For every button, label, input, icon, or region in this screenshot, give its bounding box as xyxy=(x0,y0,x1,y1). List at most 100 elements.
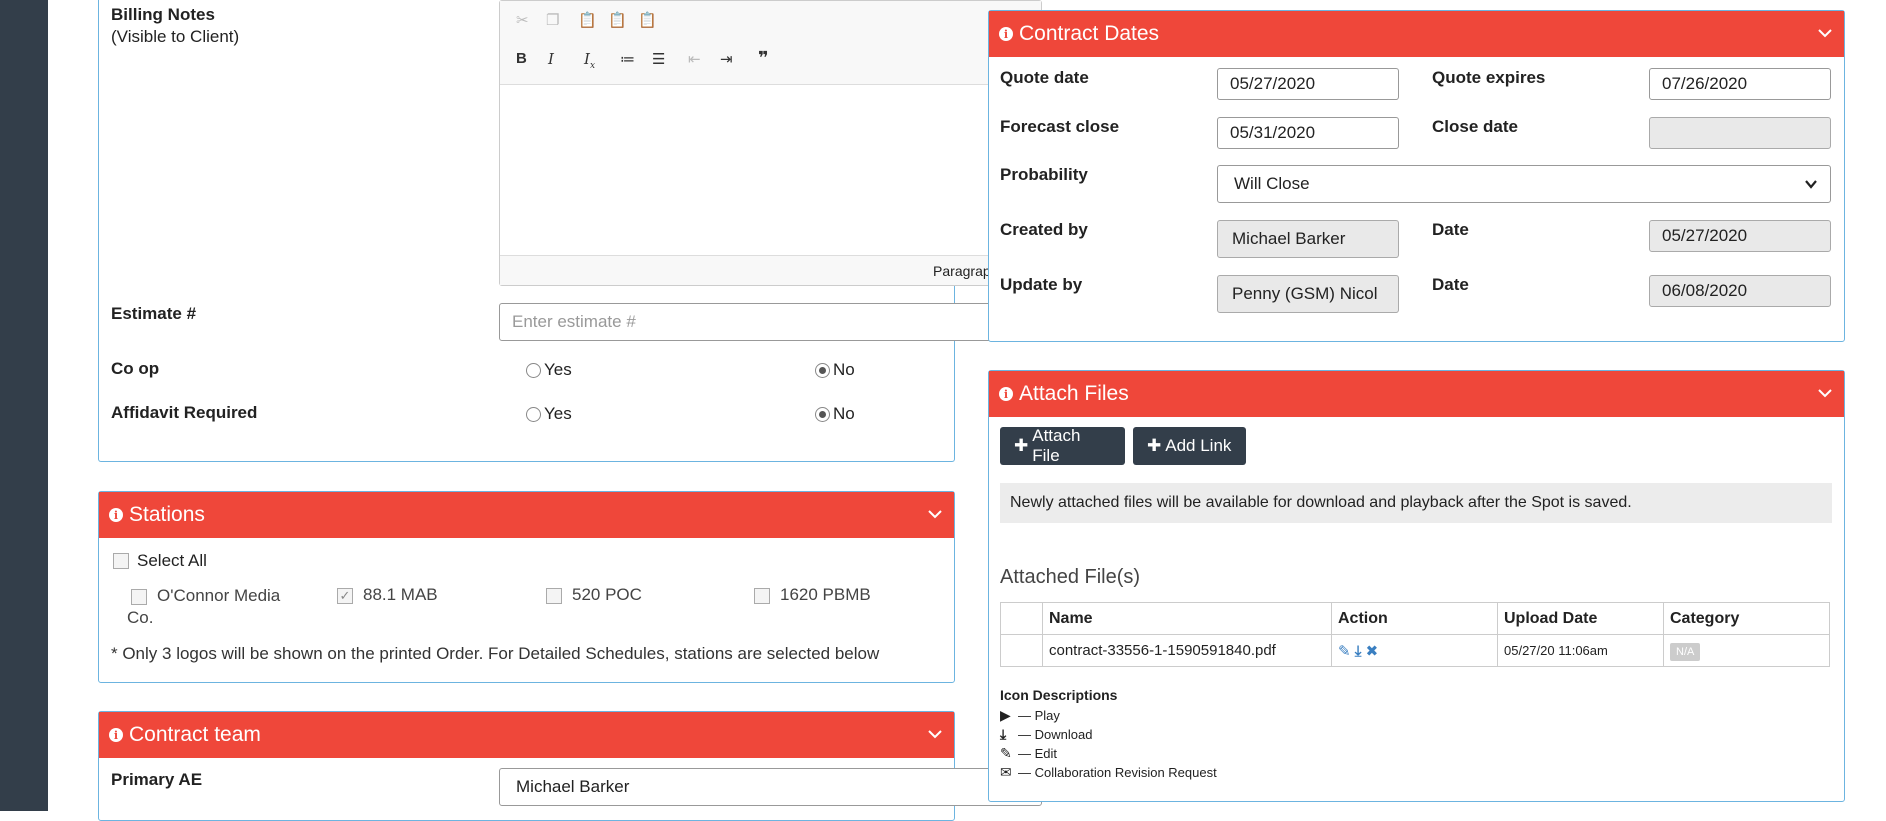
cut-icon[interactable]: ✂ xyxy=(516,11,529,29)
copy-icon[interactable]: ❐ xyxy=(546,11,559,29)
italic-icon[interactable]: I xyxy=(548,50,554,68)
play-icon: ▶ xyxy=(1000,707,1011,723)
legend-download: ⤓ — Download xyxy=(1000,726,1093,742)
table-col-blank xyxy=(1000,602,1043,635)
contract-team-header[interactable]: i Contract team xyxy=(99,712,954,758)
icon-descriptions-title: Icon Descriptions xyxy=(1000,687,1118,703)
attach-files-title: Attach Files xyxy=(1019,382,1129,405)
coop-label: Co op xyxy=(111,359,160,378)
table-col-category: Category xyxy=(1663,602,1830,635)
legend-play: ▶ — Play xyxy=(1000,707,1060,723)
chevron-down-icon[interactable] xyxy=(1816,24,1834,42)
file-upload-date: 05/27/20 11:06am xyxy=(1497,634,1664,667)
plus-icon: ✚ xyxy=(1147,436,1162,455)
outdent-icon[interactable]: ⇤ xyxy=(688,50,701,68)
primary-ae-label: Primary AE xyxy=(111,770,203,789)
plus-icon: ✚ xyxy=(1014,436,1029,455)
quote-date-input[interactable]: 05/27/2020 xyxy=(1217,68,1399,100)
info-icon: i xyxy=(109,508,123,522)
paste-text-icon[interactable]: 📋 xyxy=(608,11,627,29)
close-date-label: Close date xyxy=(1432,117,1518,136)
station-item-881-mab[interactable]: ✓ 88.1 MAB xyxy=(337,585,438,605)
category-badge: N/A xyxy=(1670,643,1701,661)
legend-edit: ✎ — Edit xyxy=(1000,745,1058,761)
envelope-icon: ✉ xyxy=(1000,764,1012,780)
numbered-list-icon[interactable]: ≔ xyxy=(620,50,635,68)
billing-notes-editor[interactable]: ✂ ❐ 📋 📋 📋 B I Ix ≔ ☰ ⇤ ⇥ ❞ Paragraphs: 0 xyxy=(499,0,1042,286)
file-actions: ✎ ⤓ ✖ xyxy=(1331,634,1498,667)
created-by-label: Created by xyxy=(1000,220,1088,239)
stations-header[interactable]: i Stations xyxy=(99,492,954,538)
info-icon: i xyxy=(109,728,123,742)
edit-icon[interactable]: ✎ xyxy=(1338,643,1351,660)
contract-dates-title: Contract Dates xyxy=(1019,22,1160,45)
info-icon: i xyxy=(999,387,1013,401)
info-icon: i xyxy=(999,27,1013,41)
editor-toolbar: ✂ ❐ 📋 📋 📋 B I Ix ≔ ☰ ⇤ ⇥ ❞ xyxy=(500,1,1041,85)
remove-format-icon[interactable]: Ix xyxy=(584,50,595,71)
blockquote-icon[interactable]: ❞ xyxy=(758,48,769,69)
created-by-input[interactable]: Michael Barker xyxy=(1217,220,1399,258)
chevron-down-icon[interactable] xyxy=(926,505,944,523)
coop-no-radio[interactable]: No xyxy=(815,360,855,380)
download-icon[interactable]: ⤓ xyxy=(1355,643,1362,660)
indent-icon[interactable]: ⇥ xyxy=(720,50,733,68)
table-col-action: Action xyxy=(1331,602,1498,635)
attach-note: Newly attached files will be available f… xyxy=(1000,483,1832,523)
affidavit-label: Affidavit Required xyxy=(111,403,258,422)
probability-select[interactable]: Will Close xyxy=(1217,165,1831,203)
legend-envelope: ✉ — Collaboration Revision Request xyxy=(1000,764,1217,780)
probability-label: Probability xyxy=(1000,165,1088,184)
stations-panel: i Stations Select All O'Connor Media Co.… xyxy=(98,491,955,683)
paste-word-icon[interactable]: 📋 xyxy=(638,11,657,29)
update-by-input[interactable]: Penny (GSM) Nicol xyxy=(1217,275,1399,313)
close-date-input[interactable] xyxy=(1649,117,1831,149)
contract-team-title: Contract team xyxy=(129,723,261,746)
chevron-down-icon[interactable] xyxy=(926,725,944,743)
forecast-close-label: Forecast close xyxy=(1000,117,1120,136)
attach-files-header[interactable]: i Attach Files xyxy=(989,371,1844,417)
stations-note: * Only 3 logos will be shown on the prin… xyxy=(111,644,880,663)
attached-files-title: Attached File(s) xyxy=(1000,566,1141,588)
delete-icon[interactable]: ✖ xyxy=(1366,643,1379,660)
contract-team-panel: i Contract team Primary AE Michael Barke… xyxy=(98,711,1042,821)
select-all-checkbox[interactable]: Select All xyxy=(113,551,207,571)
created-date-label: Date xyxy=(1432,220,1469,239)
editor-status-bar: Paragraphs: 0 xyxy=(500,255,1041,285)
affidavit-no-radio[interactable]: No xyxy=(815,404,855,424)
coop-yes-radio[interactable]: Yes xyxy=(526,360,572,380)
created-date-input[interactable]: 05/27/2020 xyxy=(1649,220,1831,252)
table-col-name: Name xyxy=(1042,602,1332,635)
attach-file-button[interactable]: ✚ Attach File xyxy=(1000,426,1125,465)
add-link-button[interactable]: ✚ Add Link xyxy=(1133,427,1246,465)
table-row: contract-33556-1-1590591840.pdf ✎ ⤓ ✖ 05… xyxy=(1000,634,1830,667)
update-date-input[interactable]: 06/08/2020 xyxy=(1649,275,1831,307)
billing-notes-label: Billing Notes (Visible to Client) xyxy=(111,5,240,46)
update-date-label: Date xyxy=(1432,275,1469,294)
estimate-input[interactable]: Enter estimate # xyxy=(499,303,1042,341)
chevron-down-icon xyxy=(1805,180,1817,189)
bold-icon[interactable]: B xyxy=(516,50,527,67)
quote-expires-input[interactable]: 07/26/2020 xyxy=(1649,68,1831,100)
left-sidebar xyxy=(0,0,48,811)
file-category: N/A xyxy=(1663,634,1830,667)
station-item-oconnor[interactable]: O'Connor Media Co. xyxy=(127,585,280,629)
estimate-label: Estimate # xyxy=(111,304,197,323)
contract-dates-header[interactable]: i Contract Dates xyxy=(989,11,1844,57)
primary-ae-select[interactable]: Michael Barker xyxy=(499,768,1042,806)
bullet-list-icon[interactable]: ☰ xyxy=(652,50,665,68)
table-col-upload-date: Upload Date xyxy=(1497,602,1664,635)
paste-icon[interactable]: 📋 xyxy=(578,11,597,29)
update-by-label: Update by xyxy=(1000,275,1083,294)
quote-expires-label: Quote expires xyxy=(1432,68,1546,87)
chevron-down-icon[interactable] xyxy=(1816,384,1834,402)
quote-date-label: Quote date xyxy=(1000,68,1089,87)
station-item-1620-pbmb[interactable]: 1620 PBMB xyxy=(754,585,871,605)
affidavit-yes-radio[interactable]: Yes xyxy=(526,404,572,424)
contract-dates-panel: i Contract Dates Quote date 05/27/2020 Q… xyxy=(988,10,1845,342)
file-name[interactable]: contract-33556-1-1590591840.pdf xyxy=(1042,634,1332,667)
download-icon: ⤓ xyxy=(1000,726,1007,742)
station-item-520-poc[interactable]: 520 POC xyxy=(546,585,642,605)
forecast-close-input[interactable]: 05/31/2020 xyxy=(1217,117,1399,149)
attached-files-table: Name Action Upload Date Category contrac… xyxy=(1000,602,1830,667)
